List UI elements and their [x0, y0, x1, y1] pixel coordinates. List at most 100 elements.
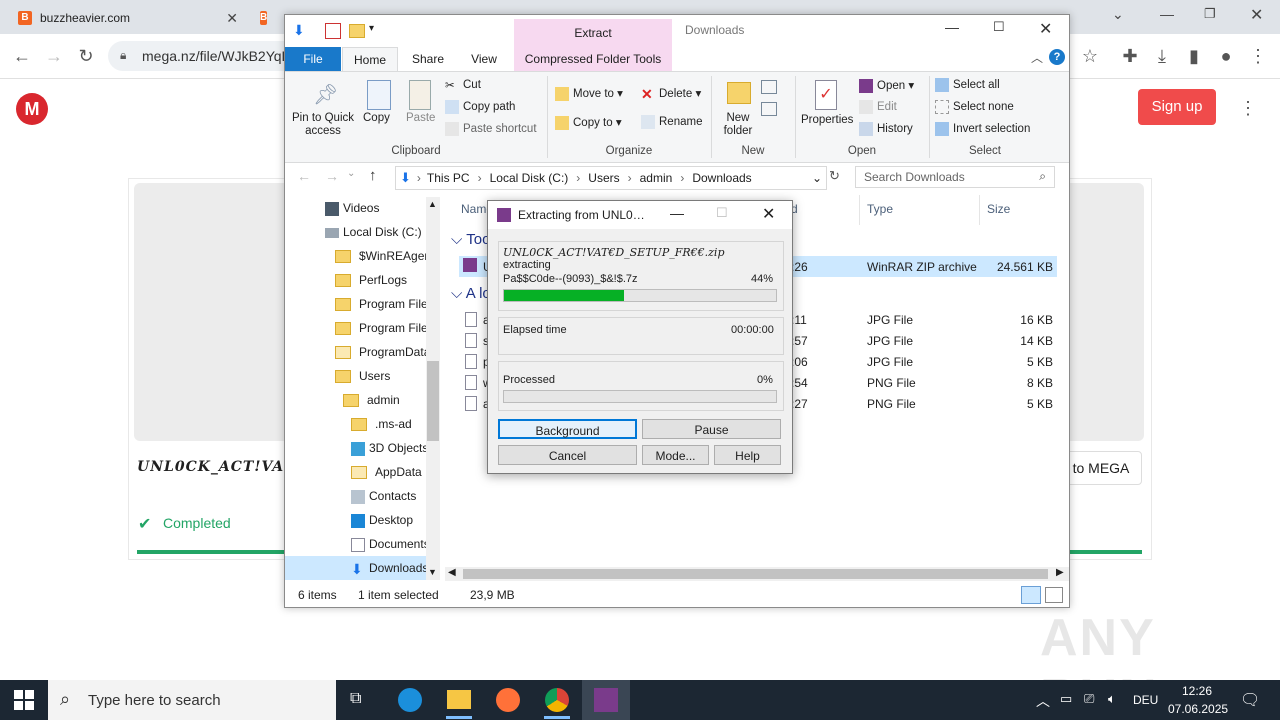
- minimize-icon[interactable]: —: [945, 19, 959, 35]
- language-indicator[interactable]: DEU: [1133, 693, 1158, 707]
- close-window-icon[interactable]: ✕: [1250, 5, 1263, 25]
- recent-locations-icon[interactable]: ⌄: [347, 168, 355, 179]
- notifications-icon[interactable]: 🗨︎: [1240, 690, 1260, 710]
- cut-button[interactable]: ✂ Cut: [445, 78, 481, 92]
- search-downloads-input[interactable]: Search Downloads ⌕: [855, 166, 1055, 188]
- nav-item-downloads[interactable]: ⬇ Downloads: [285, 556, 428, 580]
- tab-share[interactable]: Share: [403, 47, 453, 71]
- breadcrumb-item[interactable]: admin: [640, 171, 673, 185]
- mode-button[interactable]: Mode...: [642, 445, 709, 465]
- clock-date[interactable]: 07.06.2025: [1168, 702, 1228, 716]
- refresh-icon[interactable]: ↻: [829, 168, 840, 184]
- scroll-thumb[interactable]: [463, 569, 1048, 579]
- breadcrumb-item[interactable]: Downloads: [692, 171, 751, 185]
- chrome-icon[interactable]: [545, 688, 569, 712]
- collapse-ribbon-icon[interactable]: ︿: [1031, 49, 1043, 66]
- column-header-size[interactable]: Size: [987, 202, 1010, 216]
- restore-icon[interactable]: ❐: [1204, 6, 1216, 22]
- back-arrow-icon[interactable]: ←: [10, 44, 34, 68]
- mega-menu-icon[interactable]: ⋮: [1236, 96, 1260, 120]
- mega-logo[interactable]: M: [16, 93, 48, 125]
- nav-item-winreagent[interactable]: $WinREAgent: [335, 244, 434, 268]
- address-dropdown-icon[interactable]: ⌄: [812, 171, 822, 185]
- address-bar[interactable]: 🔒︎ mega.nz/file/WJkB2YqL: [108, 41, 308, 71]
- breadcrumb-item[interactable]: Users: [588, 171, 619, 185]
- close-icon[interactable]: ✕: [762, 204, 775, 224]
- nav-item-contacts[interactable]: Contacts: [351, 484, 416, 508]
- forward-arrow-icon[interactable]: →: [42, 44, 66, 68]
- help-icon[interactable]: ?: [1049, 49, 1065, 65]
- maximize-icon[interactable]: ☐: [993, 19, 1005, 35]
- pin-quick-access-button[interactable]: Pin to Quick access: [291, 112, 355, 138]
- side-panel-icon[interactable]: ▮: [1182, 44, 1206, 68]
- display-icon[interactable]: ⎚: [1084, 691, 1094, 707]
- paste-button[interactable]: Paste: [406, 112, 435, 124]
- nav-item-appdata[interactable]: AppData: [351, 460, 422, 484]
- address-breadcrumb[interactable]: ⬇ › This PC › Local Disk (C:) › Users › …: [395, 166, 827, 190]
- forward-icon[interactable]: →: [325, 168, 339, 184]
- breadcrumb-item[interactable]: This PC: [427, 171, 470, 185]
- delete-button[interactable]: ✕ Delete ▾: [641, 86, 701, 101]
- bookmark-star-icon[interactable]: ☆: [1078, 44, 1102, 68]
- reload-icon[interactable]: ↻: [74, 44, 98, 68]
- file-explorer-icon[interactable]: [447, 690, 471, 709]
- horizontal-scrollbar[interactable]: ◀ ▶: [445, 567, 1069, 581]
- new-item-icon[interactable]: [761, 80, 777, 94]
- select-none-button[interactable]: Select none: [935, 100, 1014, 114]
- tab-view[interactable]: View: [459, 47, 509, 71]
- quick-access-dropdown-icon[interactable]: ▾: [369, 23, 374, 34]
- background-button[interactable]: Background: [498, 419, 637, 439]
- firefox-icon[interactable]: [496, 688, 520, 712]
- easy-access-icon[interactable]: [761, 102, 777, 116]
- chrome-menu-icon[interactable]: ⋮: [1246, 44, 1270, 68]
- tab-home[interactable]: Home: [342, 47, 398, 71]
- new-folder-button[interactable]: New folder: [719, 112, 757, 138]
- large-icons-view-icon[interactable]: [1045, 587, 1063, 603]
- show-hidden-icons[interactable]: ︿: [1036, 691, 1050, 711]
- rename-button[interactable]: Rename: [641, 115, 702, 129]
- browser-tab[interactable]: B: [250, 4, 284, 32]
- back-icon[interactable]: ←: [297, 168, 311, 184]
- new-folder-quick-icon[interactable]: [349, 24, 365, 38]
- nav-item-program-files[interactable]: Program Files: [335, 292, 434, 316]
- nav-scrollbar[interactable]: ▲ ▼: [426, 197, 440, 580]
- scroll-up-icon[interactable]: ▲: [428, 199, 437, 209]
- volume-icon[interactable]: 🔈︎: [1108, 691, 1116, 707]
- scroll-down-icon[interactable]: ▼: [428, 567, 437, 577]
- column-header-type[interactable]: Type: [867, 202, 893, 216]
- breadcrumb-item[interactable]: Local Disk (C:): [490, 171, 569, 185]
- scroll-left-icon[interactable]: ◀: [448, 567, 456, 578]
- select-all-button[interactable]: Select all: [935, 78, 1000, 92]
- group-today[interactable]: ⌵ Too: [451, 231, 490, 248]
- windows-start-icon[interactable]: [14, 690, 34, 710]
- nav-item-3d-objects[interactable]: 3D Objects: [351, 436, 428, 460]
- scroll-right-icon[interactable]: ▶: [1056, 567, 1064, 578]
- clock-time[interactable]: 12:26: [1182, 684, 1212, 698]
- browser-tab[interactable]: B buzzheavier.com ✕: [8, 4, 248, 32]
- close-icon[interactable]: ✕: [1039, 19, 1052, 39]
- edit-button[interactable]: Edit: [859, 100, 897, 114]
- winrar-taskbar-button[interactable]: [582, 680, 630, 720]
- nav-item-documents[interactable]: Documents: [351, 532, 430, 556]
- details-view-icon[interactable]: [1021, 586, 1041, 604]
- nav-item-ms-ad[interactable]: .ms-ad: [351, 412, 412, 436]
- nav-item-program-files-x86[interactable]: Program Files: [335, 316, 434, 340]
- properties-quick-icon[interactable]: [325, 23, 341, 39]
- task-view-icon[interactable]: ⧉: [350, 690, 370, 710]
- nav-item-local-disk[interactable]: Local Disk (C:): [325, 220, 422, 244]
- cancel-button[interactable]: Cancel: [498, 445, 637, 465]
- history-button[interactable]: History: [859, 122, 913, 136]
- copy-button[interactable]: Copy: [363, 112, 390, 124]
- copy-path-button[interactable]: Copy path: [445, 100, 515, 114]
- invert-selection-button[interactable]: Invert selection: [935, 122, 1030, 136]
- nav-item-users[interactable]: Users: [335, 364, 390, 388]
- paste-shortcut-button[interactable]: Paste shortcut: [445, 122, 537, 136]
- nav-item-admin[interactable]: admin: [343, 388, 400, 412]
- scroll-thumb[interactable]: [427, 361, 439, 441]
- help-button[interactable]: Help: [714, 445, 781, 465]
- signup-button[interactable]: Sign up: [1138, 89, 1216, 125]
- minimize-icon[interactable]: —: [670, 205, 684, 221]
- extensions-icon[interactable]: ✚: [1118, 44, 1142, 68]
- close-tab-icon[interactable]: ✕: [226, 10, 238, 27]
- edge-icon[interactable]: [398, 688, 422, 712]
